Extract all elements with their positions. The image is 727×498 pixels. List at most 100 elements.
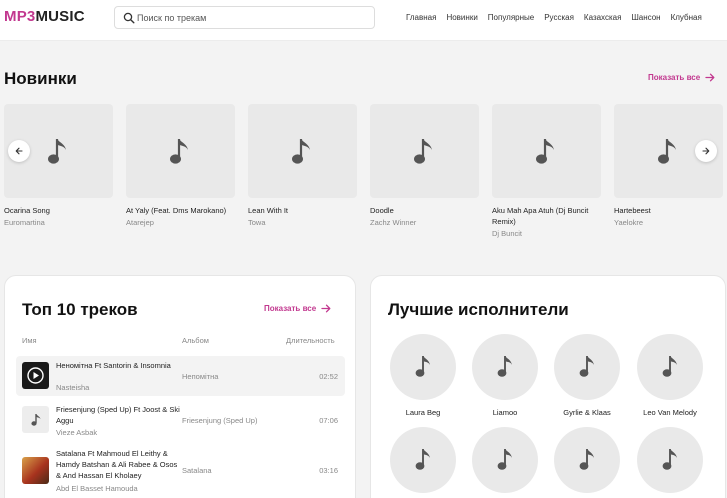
- release-artist[interactable]: Yaelokre: [614, 218, 724, 228]
- release-card[interactable]: Lean With It Towa: [248, 104, 358, 228]
- release-title[interactable]: Hartebeest: [614, 205, 724, 216]
- nav-chanson[interactable]: Шансон: [631, 13, 660, 22]
- release-card[interactable]: Aku Mah Apa Atuh (Dj Buncit Remix) Dj Bu…: [492, 104, 602, 239]
- release-card[interactable]: At Yaly (Feat. Dms Marokano) Atarejep: [126, 104, 236, 228]
- release-cover: [370, 104, 479, 198]
- music-note-icon: [662, 356, 677, 377]
- artist-avatar: [554, 334, 620, 400]
- track-title[interactable]: Satalana Ft Mahmoud El Leithy & Hamdy Ba…: [56, 448, 181, 481]
- track-artist[interactable]: Abd El Basset Hamouda: [56, 484, 138, 493]
- new-show-all-link[interactable]: Показать все: [648, 73, 715, 82]
- track-album: Friesenjung (Sped Up): [182, 416, 258, 425]
- artist-avatar: [637, 334, 703, 400]
- best-artists-title: Лучшие исполнители: [388, 300, 569, 319]
- carousel-prev-button[interactable]: [8, 140, 30, 162]
- release-cover: [126, 104, 235, 198]
- search-icon: [123, 12, 135, 24]
- new-section-title: Новинки: [4, 69, 77, 88]
- release-artist[interactable]: Atarejep: [126, 218, 236, 228]
- artist-name[interactable]: Laura Beg: [390, 408, 456, 417]
- nav-russian[interactable]: Русская: [544, 13, 574, 22]
- release-artist[interactable]: Euromartina: [4, 218, 114, 228]
- arrow-right-icon: [702, 147, 710, 155]
- music-note-icon: [415, 449, 430, 470]
- artist-name[interactable]: Gyrlie & Klaas: [554, 408, 620, 417]
- release-card[interactable]: Hartebeest Yaelokre: [614, 104, 724, 228]
- nav-club[interactable]: Клубная: [671, 13, 702, 22]
- track-cover: [22, 362, 49, 389]
- artist-avatar: [390, 427, 456, 493]
- arrow-right-icon: [321, 304, 331, 313]
- nav-popular[interactable]: Популярные: [488, 13, 534, 22]
- artist-card[interactable]: Leo Van Melody: [637, 334, 703, 417]
- music-note-icon: [415, 356, 430, 377]
- artist-name[interactable]: Leo Van Melody: [637, 408, 703, 417]
- header: MP3MUSIC Главная Новинки Популярные Русс…: [0, 0, 727, 41]
- release-artist[interactable]: Towa: [248, 218, 358, 228]
- top-tracks-title: Топ 10 треков: [22, 300, 138, 319]
- nav-home[interactable]: Главная: [406, 13, 436, 22]
- carousel-next-button[interactable]: [695, 140, 717, 162]
- logo[interactable]: MP3MUSIC: [4, 8, 85, 25]
- release-cover: [248, 104, 357, 198]
- track-duration: 07:06: [319, 416, 338, 425]
- track-row[interactable]: Friesenjung (Sped Up) Ft Joost & Ski Agg…: [16, 400, 345, 440]
- column-header-name: Имя: [22, 336, 37, 345]
- search-input[interactable]: [137, 10, 367, 26]
- nav-kazakh[interactable]: Казахская: [584, 13, 622, 22]
- track-artist[interactable]: Vieze Asbak: [56, 428, 97, 437]
- release-artist[interactable]: Zachz Winner: [370, 218, 480, 228]
- artist-card[interactable]: [554, 427, 620, 493]
- track-cover: [22, 406, 49, 433]
- show-all-label: Показать все: [648, 73, 701, 82]
- artist-name[interactable]: Liamoo: [472, 408, 538, 417]
- play-icon[interactable]: [22, 362, 49, 389]
- release-artist[interactable]: Dj Buncit: [492, 229, 602, 239]
- column-header-duration: Длительность: [286, 336, 335, 345]
- show-all-label: Показать все: [264, 304, 317, 313]
- artist-card[interactable]: Gyrlie & Klaas: [554, 334, 620, 417]
- track-row[interactable]: Неномітна Ft Santorin & Insomnia Nasteis…: [16, 356, 345, 396]
- artist-card[interactable]: [637, 427, 703, 493]
- artist-avatar: [637, 427, 703, 493]
- logo-mp3: MP3: [4, 8, 36, 25]
- artist-avatar: [390, 334, 456, 400]
- music-note-icon: [292, 139, 310, 164]
- track-duration: 02:52: [319, 372, 338, 381]
- artist-card[interactable]: Liamoo: [472, 334, 538, 417]
- music-note-icon: [414, 139, 432, 164]
- main-nav: Главная Новинки Популярные Русская Казах…: [406, 13, 712, 22]
- artist-card[interactable]: [472, 427, 538, 493]
- track-artist[interactable]: Nasteisha: [56, 383, 89, 392]
- column-header-album: Альбом: [182, 336, 209, 345]
- nav-new[interactable]: Новинки: [446, 13, 477, 22]
- music-note-icon: [170, 139, 188, 164]
- release-card[interactable]: Ocarina Song Euromartina: [4, 104, 114, 228]
- music-note-icon: [497, 449, 512, 470]
- release-title[interactable]: Lean With It: [248, 205, 358, 216]
- music-note-icon: [662, 449, 677, 470]
- music-note-icon: [579, 356, 594, 377]
- artist-card[interactable]: Laura Beg: [390, 334, 456, 417]
- release-title[interactable]: Ocarina Song: [4, 205, 114, 216]
- release-title[interactable]: At Yaly (Feat. Dms Marokano): [126, 205, 236, 216]
- music-note-icon: [658, 139, 676, 164]
- logo-music: MUSIC: [35, 8, 85, 25]
- search-box[interactable]: [114, 6, 375, 29]
- track-duration: 03:16: [319, 466, 338, 475]
- release-title[interactable]: Doodle: [370, 205, 480, 216]
- artist-avatar: [472, 334, 538, 400]
- track-title[interactable]: Неномітна Ft Santorin & Insomnia: [56, 360, 181, 371]
- artist-card[interactable]: [390, 427, 456, 493]
- music-note-icon: [48, 139, 66, 164]
- top-show-all-link[interactable]: Показать все: [264, 304, 331, 313]
- music-note-icon: [31, 414, 41, 426]
- artist-avatar: [554, 427, 620, 493]
- release-cover: [492, 104, 601, 198]
- track-title[interactable]: Friesenjung (Sped Up) Ft Joost & Ski Agg…: [56, 404, 181, 426]
- release-card[interactable]: Doodle Zachz Winner: [370, 104, 480, 228]
- arrow-left-icon: [15, 147, 23, 155]
- new-releases-carousel: Ocarina Song Euromartina At Yaly (Feat. …: [4, 104, 727, 244]
- arrow-right-icon: [705, 73, 715, 82]
- release-title[interactable]: Aku Mah Apa Atuh (Dj Buncit Remix): [492, 205, 602, 227]
